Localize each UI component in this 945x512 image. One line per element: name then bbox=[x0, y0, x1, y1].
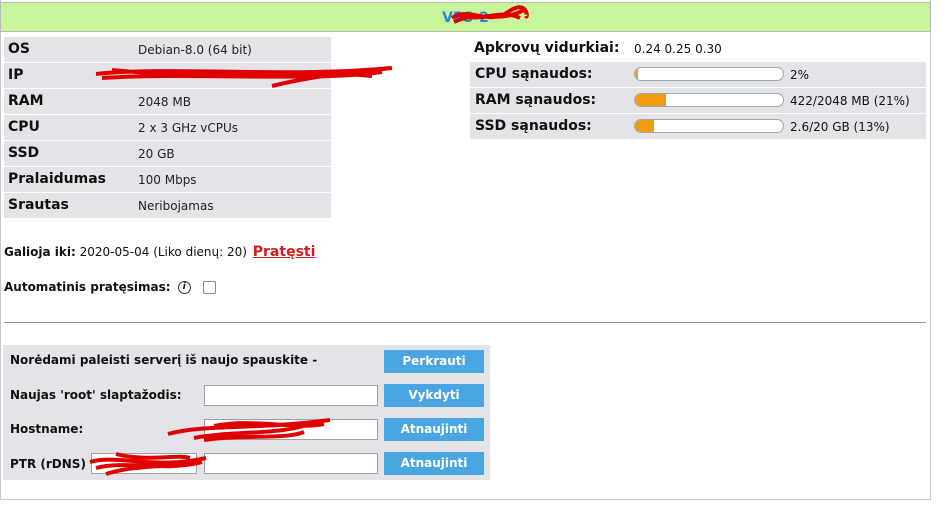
root-password-input[interactable] bbox=[204, 385, 378, 406]
root-password-label: Naujas 'root' slaptažodis: bbox=[10, 388, 182, 402]
usage-fill bbox=[635, 94, 667, 106]
ptr-redaction-scribble bbox=[89, 452, 207, 476]
usage-fill bbox=[635, 120, 655, 132]
spec-row-ram: RAM 2048 MB bbox=[4, 89, 331, 115]
usage-value: 2.6/20 GB (13%) bbox=[790, 120, 890, 134]
hostname-update-button[interactable]: Atnaujinti bbox=[384, 418, 484, 441]
ptr-update-button[interactable]: Atnaujinti bbox=[384, 452, 484, 475]
ssd-usage-bar bbox=[634, 119, 784, 133]
hostname-label: Hostname: bbox=[10, 422, 84, 436]
ptr-input[interactable] bbox=[204, 453, 378, 474]
hostname-redaction-scribble bbox=[167, 418, 331, 442]
spec-row-traffic: Srautas Neribojamas bbox=[4, 193, 331, 219]
renew-link[interactable]: Pratęsti bbox=[253, 244, 316, 260]
spec-key: RAM bbox=[8, 93, 44, 109]
spec-key: Pralaidumas bbox=[8, 171, 107, 187]
spec-key: OS bbox=[8, 41, 30, 57]
auto-renew: Automatinis pratęsimas: i bbox=[4, 280, 216, 294]
spec-key: CPU bbox=[8, 119, 40, 135]
spec-key: IP bbox=[8, 67, 24, 83]
execute-button[interactable]: Vykdyti bbox=[384, 384, 484, 407]
spec-row-bandwidth: Pralaidumas 100 Mbps bbox=[4, 167, 331, 193]
usage-fill bbox=[635, 68, 638, 80]
cpu-usage-bar bbox=[634, 67, 784, 81]
spec-value: 100 Mbps bbox=[138, 173, 197, 187]
load-average: Apkrovų vidurkiai: 0.24 0.25 0.30 bbox=[474, 40, 722, 56]
load-average-value: 0.24 0.25 0.30 bbox=[634, 42, 722, 56]
spec-value: Debian-8.0 (64 bit) bbox=[138, 43, 252, 57]
usage-row-ssd: SSD sąnaudos: 2.6/20 GB (13%) bbox=[470, 114, 926, 140]
usage-row-ram: RAM sąnaudos: 422/2048 MB (21%) bbox=[470, 88, 926, 114]
spec-row-cpu: CPU 2 x 3 GHz vCPUs bbox=[4, 115, 331, 141]
spec-row-ssd: SSD 20 GB bbox=[4, 141, 331, 167]
expiry-label: Galioja iki: bbox=[4, 245, 76, 259]
spec-value: 2 x 3 GHz vCPUs bbox=[138, 121, 239, 135]
auto-renew-checkbox[interactable] bbox=[202, 281, 216, 294]
reboot-button[interactable]: Perkrauti bbox=[384, 350, 484, 373]
spec-value: 2048 MB bbox=[138, 95, 191, 109]
expiry-line: Galioja iki: 2020-05-04 (Liko dienų: 20)… bbox=[4, 244, 315, 260]
spec-value: Neribojamas bbox=[138, 199, 214, 213]
spec-row-os: OS Debian-8.0 (64 bit) bbox=[4, 37, 331, 63]
usage-label: RAM sąnaudos: bbox=[475, 92, 597, 108]
spec-key: Srautas bbox=[8, 197, 69, 213]
load-average-label: Apkrovų vidurkiai: bbox=[474, 40, 620, 56]
usage-table: CPU sąnaudos: 2% RAM sąnaudos: 422/2048 … bbox=[470, 62, 926, 140]
info-icon[interactable]: i bbox=[177, 281, 191, 294]
spec-value: 20 GB bbox=[138, 147, 175, 161]
spec-key: SSD bbox=[8, 145, 40, 161]
auto-renew-label: Automatinis pratęsimas: bbox=[4, 280, 171, 294]
ram-usage-bar bbox=[634, 93, 784, 107]
section-divider bbox=[4, 322, 926, 323]
usage-label: CPU sąnaudos: bbox=[475, 66, 593, 82]
usage-value: 422/2048 MB (21%) bbox=[790, 94, 910, 108]
usage-label: SSD sąnaudos: bbox=[475, 118, 592, 134]
expiry-date: 2020-05-04 (Liko dienų: 20) bbox=[79, 245, 247, 259]
title-redaction-scribble bbox=[450, 5, 529, 24]
ip-redaction-scribble bbox=[95, 66, 393, 88]
ptr-label: PTR (rDNS) bbox=[10, 457, 86, 471]
usage-row-cpu: CPU sąnaudos: 2% bbox=[470, 62, 926, 88]
reinstall-label: Norėdami paleisti serverį iš naujo spaus… bbox=[10, 353, 318, 367]
usage-value: 2% bbox=[790, 68, 810, 82]
